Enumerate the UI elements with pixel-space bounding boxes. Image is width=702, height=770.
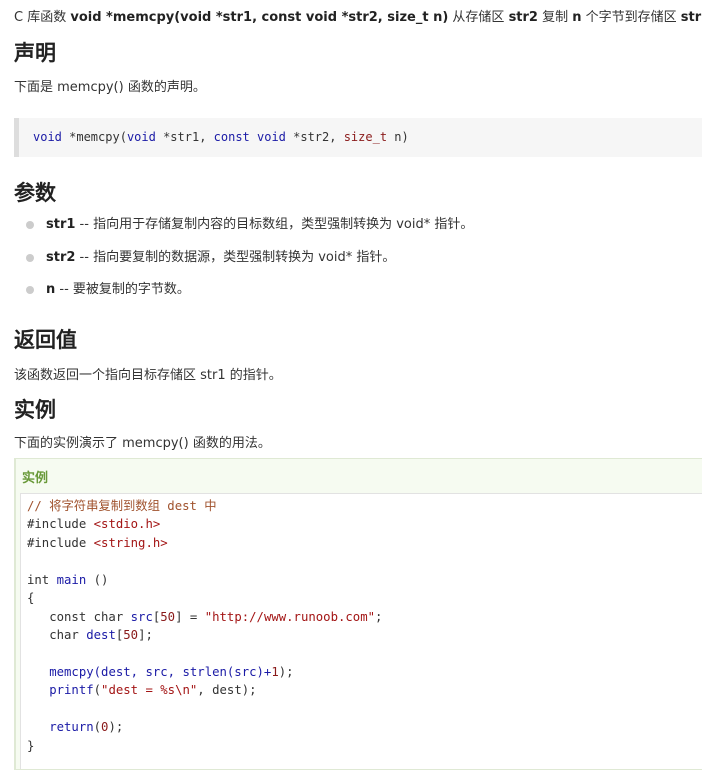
intro-str1: str1 [680,10,702,25]
return-text: 该函数返回一个指向目标存储区 str1 的指针。 [14,368,282,383]
code-token: ; [375,610,383,624]
code-token: (dest, src, [93,665,183,679]
code-line: #include <stdio.h> [27,515,160,533]
code-token: void [33,130,62,144]
code-token: return [27,720,94,734]
heading-parameters: 参数 [14,181,56,205]
code-token: main [56,573,87,587]
code-token: ); [108,720,124,734]
code-token: 50 [123,628,139,642]
code-token: ] = [175,610,205,624]
code-token: ); [278,665,294,679]
code-line: int main () [27,571,108,589]
intro-prefix: C 库函数 [14,10,71,25]
code-line: #include <string.h> [27,534,168,552]
intro-paragraph: C 库函数 void *memcpy(void *str1, const voi… [14,9,702,27]
declaration-code-block: void *memcpy(void *str1, const void *str… [14,118,702,157]
code-token: (src)+ [226,665,272,679]
code-line: printf("dest = %s\n", dest); [27,681,257,699]
declaration-text: 下面是 memcpy() 函数的声明。 [14,80,206,95]
intro-n: n [572,10,582,25]
code-token: { [27,591,35,605]
code-line: // 将字符串复制到数组 dest 中 [27,497,217,515]
code-comment: // 将字符串复制到数组 dest 中 [27,499,217,513]
intro-str2: str2 [508,10,538,25]
code-token: const [213,130,250,144]
intro-text: 复制 [537,10,573,25]
code-line: memcpy(dest, src, strlen(src)+1); [27,663,294,681]
code-token: ( [93,720,102,734]
code-token: *str1, [155,130,214,144]
code-line: } [27,737,34,755]
intro-text: 个字节到存储区 [581,10,681,25]
list-item: n -- 要被复制的字节数。 [26,281,473,314]
code-token: #include [27,536,94,550]
code-token: void [126,130,156,144]
list-item: str1 -- 指向用于存储复制内容的目标数组，类型强制转换为 void* 指针… [26,216,473,249]
code-token: , dest); [197,683,257,697]
code-token: const char [27,610,131,624]
example-box: 实例 // 将字符串复制到数组 dest 中 #include <stdio.h… [14,458,702,770]
code-token: <string.h> [93,536,168,550]
bullet-icon [26,221,34,229]
example-text: 下面的实例演示了 memcpy() 函数的用法。 [14,436,271,451]
code-token: printf [49,683,94,697]
code-token: *str2, [285,130,344,144]
parameter-list: str1 -- 指向用于存储复制内容的目标数组，类型强制转换为 void* 指针… [26,216,473,314]
bullet-icon [26,286,34,294]
heading-example: 实例 [14,398,56,422]
code-line: { [27,589,34,607]
code-token: ( [93,683,102,697]
code-token: } [27,739,35,753]
code-token: #include [27,517,94,531]
heading-declaration: 声明 [14,41,56,65]
param-name: str2 [46,249,76,265]
code-token: () [86,573,109,587]
code-token: char [27,628,87,642]
code-line: const char src[50] = "http://www.runoob.… [27,608,382,626]
code-token: size_t [343,130,388,144]
param-desc: -- 指向用于存储复制内容的目标数组，类型强制转换为 void* 指针。 [75,217,474,232]
code-token: int [27,573,50,587]
code-token: 50 [160,610,176,624]
code-line: return(0); [27,718,123,736]
param-desc: -- 指向要复制的数据源，类型强制转换为 void* 指针。 [75,249,396,265]
param-desc: -- 要被复制的字节数。 [55,282,190,297]
code-token: *memcpy( [61,130,127,144]
intro-text: 从存储区 [448,10,509,25]
param-name: str1 [46,217,76,232]
code-token: void [257,130,286,144]
code-line: char dest[50]; [27,626,153,644]
intro-signature: void *memcpy(void *str1, const void *str… [70,10,449,25]
example-title: 实例 [22,471,49,486]
code-token: 1 [271,665,279,679]
code-token: n) [387,130,409,144]
code-token: "dest = %s\n" [101,683,198,697]
code-token: src [130,610,153,624]
code-token: dest [86,628,116,642]
code-token: <stdio.h> [93,517,161,531]
param-name: n [46,282,56,297]
code-token: ]; [138,628,153,642]
heading-return-value: 返回值 [14,328,77,352]
list-item: str2 -- 指向要复制的数据源，类型强制转换为 void* 指针。 [26,249,473,282]
code-token: "http://www.runoob.com" [204,610,375,624]
code-token: strlen [182,665,227,679]
code-token: memcpy [49,665,94,679]
bullet-icon [26,253,34,262]
example-code-block: // 将字符串复制到数组 dest 中 #include <stdio.h> #… [20,493,702,769]
